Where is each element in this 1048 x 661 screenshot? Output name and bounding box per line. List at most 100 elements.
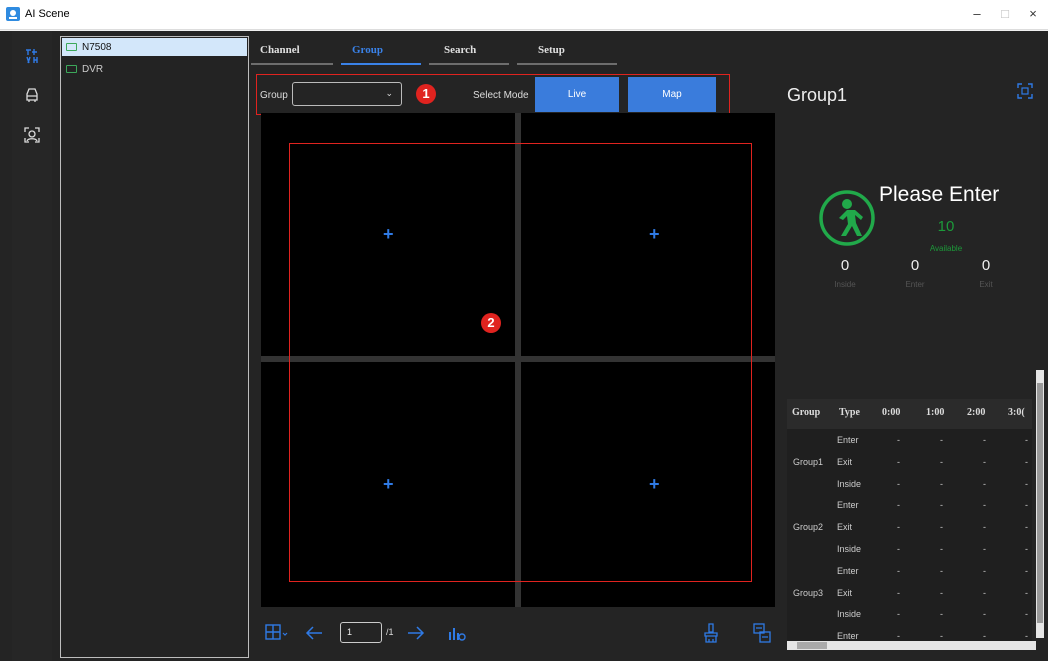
- tree-node-label: N7508: [82, 41, 112, 53]
- face-detect-icon[interactable]: [24, 127, 40, 143]
- table-cell-value: -: [940, 435, 943, 445]
- window-manage-icon[interactable]: [753, 623, 771, 643]
- close-button[interactable]: ×: [1022, 5, 1044, 23]
- group-select[interactable]: ⌄: [292, 82, 402, 106]
- table-row[interactable]: Group3 Exit - - - -: [787, 582, 1032, 604]
- table-cell-value: -: [897, 609, 900, 620]
- table-cell-value: -: [897, 631, 900, 642]
- column-header: 0:00: [882, 407, 901, 418]
- table-cell-value: -: [940, 522, 943, 533]
- tab-group[interactable]: Group: [341, 39, 421, 65]
- walking-person-icon: [819, 190, 875, 246]
- table-cell-value: -: [1025, 435, 1028, 445]
- maximize-button[interactable]: □: [994, 5, 1016, 23]
- table-cell-value: -: [983, 565, 986, 576]
- table-cell-value: -: [1025, 522, 1028, 533]
- table-cell-type: Exit: [837, 456, 853, 467]
- column-header: Type: [839, 407, 860, 418]
- table-row[interactable]: Group2 Exit - - - -: [787, 516, 1032, 538]
- title-bar: AI Scene – □ ×: [0, 0, 1048, 30]
- table-row[interactable]: Inside - - - -: [787, 603, 1032, 625]
- table-cell-value: -: [983, 544, 986, 554]
- inside-label: Inside: [834, 280, 856, 289]
- available-count: 10: [937, 218, 955, 235]
- grid-toolbar: 1 /1: [261, 616, 775, 652]
- column-header: 2:00: [967, 407, 986, 418]
- table-cell-value: -: [1025, 478, 1028, 489]
- fullscreen-icon[interactable]: [1017, 83, 1033, 99]
- table-cell-value: -: [897, 565, 900, 576]
- table-cell-type: Inside: [837, 609, 862, 620]
- table-cell-value: -: [897, 435, 900, 445]
- people-flow-icon[interactable]: [24, 48, 40, 64]
- scrollbar-thumb[interactable]: [797, 642, 827, 649]
- annotation-badge-1: 1: [416, 84, 436, 104]
- table-cell-type: Inside: [837, 478, 862, 489]
- annotation-badge-2: 2: [481, 313, 501, 333]
- table-cell-value: -: [983, 456, 986, 467]
- table-header: Group Type 0:00 1:00 2:00 3:0(: [787, 399, 1032, 429]
- table-cell-value: -: [1025, 587, 1028, 598]
- tree-node-n7508[interactable]: N7508: [62, 38, 247, 56]
- table-cell-value: -: [940, 544, 943, 554]
- app-body: N7508 DVR Channel Group Search Setup Gro…: [0, 31, 1048, 661]
- table-cell-value: -: [983, 631, 986, 642]
- select-mode-label: Select Mode: [473, 90, 529, 101]
- device-icon: [66, 65, 77, 73]
- column-header: Group: [792, 407, 821, 418]
- table-cell-value: -: [940, 587, 943, 598]
- table-cell-value: -: [983, 609, 986, 620]
- column-header: 1:00: [926, 407, 945, 418]
- table-cell-value: -: [1025, 565, 1028, 576]
- table-cell-value: -: [983, 478, 986, 489]
- table-row[interactable]: Enter - - - -: [787, 494, 1032, 516]
- table-cell-value: -: [1025, 631, 1028, 642]
- table-cell-value: -: [940, 631, 943, 642]
- annotation-frame-2: [289, 143, 752, 582]
- live-button[interactable]: Live: [535, 77, 619, 112]
- table-row[interactable]: Group1 Exit - - - -: [787, 451, 1032, 473]
- group-label: Group: [260, 90, 288, 101]
- table-cell-value: -: [940, 478, 943, 489]
- table-cell-value: -: [983, 587, 986, 598]
- available-label: Available: [929, 244, 963, 253]
- app-title: AI Scene: [25, 8, 70, 20]
- table-cell-group: Group2: [793, 522, 824, 533]
- table-cell-value: -: [897, 544, 900, 554]
- prev-page-icon[interactable]: [305, 625, 323, 641]
- table-cell-value: -: [1025, 609, 1028, 620]
- table-cell-value: -: [940, 456, 943, 467]
- enter-label: Enter: [905, 280, 925, 289]
- table-row[interactable]: Enter - - - -: [787, 625, 1032, 642]
- minimize-button[interactable]: –: [966, 5, 988, 23]
- tab-setup[interactable]: Setup: [517, 39, 617, 65]
- tab-search[interactable]: Search: [429, 39, 509, 65]
- brush-icon[interactable]: [703, 623, 719, 643]
- tab-channel[interactable]: Channel: [251, 39, 333, 65]
- next-page-icon[interactable]: [407, 625, 425, 641]
- table-cell-type: Exit: [837, 522, 853, 533]
- column-header: 3:0(: [1008, 407, 1025, 418]
- table-row[interactable]: Enter - - - -: [787, 429, 1032, 451]
- status-text: Please Enter: [879, 183, 1000, 206]
- group-controls: Group ⌄ Select Mode Live Map: [256, 74, 730, 115]
- page-total: /1: [386, 627, 394, 637]
- table-cell-value: -: [897, 587, 900, 598]
- statistics-icon[interactable]: [447, 624, 467, 642]
- scrollbar-thumb[interactable]: [1037, 383, 1043, 623]
- exit-value: 0: [981, 257, 991, 274]
- table-cell-value: -: [897, 456, 900, 467]
- table-cell-type: Exit: [837, 587, 853, 598]
- table-row[interactable]: Inside - - - -: [787, 473, 1032, 495]
- layout-grid-icon[interactable]: [265, 624, 289, 642]
- enter-stat: 0 Enter: [895, 257, 935, 289]
- table-cell-value: -: [983, 500, 986, 511]
- vehicle-icon[interactable]: [24, 87, 40, 103]
- page-number-input[interactable]: 1: [340, 622, 382, 643]
- table-row[interactable]: Enter - - - -: [787, 560, 1032, 582]
- table-cell-value: -: [983, 522, 986, 533]
- map-button[interactable]: Map: [628, 77, 716, 112]
- table-cell-value: -: [1025, 544, 1028, 554]
- tree-node-dvr[interactable]: DVR: [62, 60, 247, 78]
- table-row[interactable]: Inside - - - -: [787, 538, 1032, 560]
